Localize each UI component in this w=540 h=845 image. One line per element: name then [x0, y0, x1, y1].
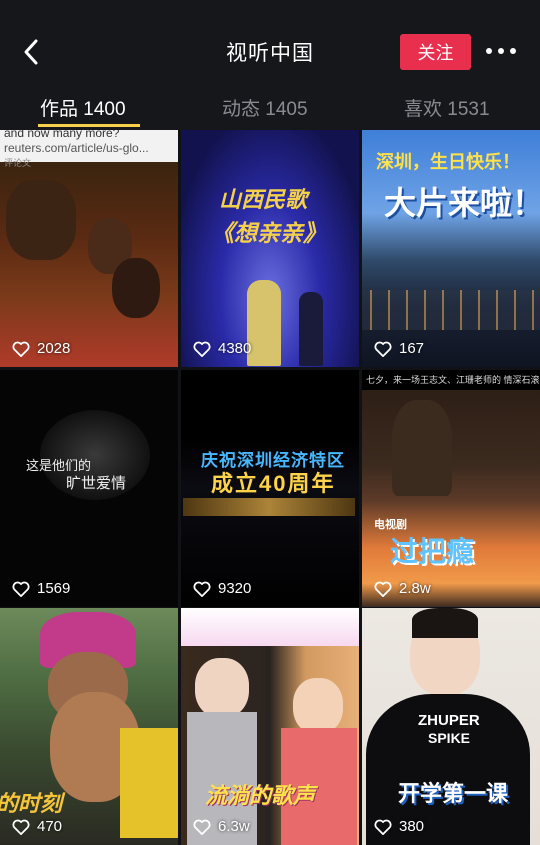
city-lights: [362, 290, 540, 330]
follow-button[interactable]: 关注: [400, 34, 471, 70]
caption-line: 成立40周年: [211, 471, 336, 496]
tab-likes[interactable]: 喜欢 1531: [404, 94, 490, 121]
caption-line: 过把瘾: [390, 536, 475, 567]
caption-line: 大片来啦！: [384, 185, 540, 221]
like-count: 380: [374, 818, 424, 835]
video-thumbnail[interactable]: 庆祝深圳经济特区 成立40周年 9320: [181, 370, 359, 607]
video-thumbnail[interactable]: 深圳，生日快乐！ 大片来啦！ 167: [362, 130, 540, 367]
singer-face: [195, 658, 249, 718]
like-count-value: 2028: [37, 340, 71, 357]
heart-outline-icon: [374, 819, 392, 835]
tab-activity[interactable]: 动态 1405: [222, 94, 308, 121]
heart-outline-icon: [12, 581, 30, 597]
caption-line: 山西民歌: [219, 187, 308, 212]
like-count: 2028: [12, 340, 70, 357]
like-count: 6.3w: [193, 818, 250, 835]
person-shape: [6, 180, 76, 260]
heart-outline-icon: [12, 341, 30, 357]
caption-line: 深圳，生日快乐！: [376, 152, 520, 172]
heart-outline-icon: [374, 341, 392, 357]
caption-line: 的时刻: [0, 791, 63, 816]
caption-line: 评论文: [4, 158, 32, 168]
heart-outline-icon: [193, 341, 211, 357]
like-count-value: 470: [37, 818, 63, 835]
like-count-value: 380: [399, 818, 425, 835]
caption-line: reuters.com/article/us-glo...: [4, 141, 149, 155]
caption-line: 旷世爱情: [66, 475, 127, 492]
video-thumbnail[interactable]: 山西民歌 《想亲亲》 4380: [181, 130, 359, 367]
video-thumbnail[interactable]: 七夕，来一场王志文、江珊老师的 情深石滚 电视剧 过把瘾 2.8w: [362, 370, 540, 607]
video-thumbnail[interactable]: ZHUPER SPIKE 开学第一课 380: [362, 608, 540, 845]
video-thumbnail[interactable]: 流淌的歌声 6.3w: [181, 608, 359, 845]
caption-line: 《想亲亲》: [211, 220, 326, 246]
singer-figure: [299, 292, 323, 366]
lights-strip: [183, 498, 355, 516]
heart-outline-icon: [193, 819, 211, 835]
tab-indicator: [38, 124, 140, 127]
like-count-value: 1569: [37, 580, 71, 597]
like-count: 4380: [193, 340, 251, 357]
like-count-value: 6.3w: [218, 818, 250, 835]
speaker-hair: [412, 608, 478, 638]
caption-line: 流淌的歌声: [205, 783, 316, 808]
caption-line: 七夕，来一场王志文、江珊老师的 情深石滚: [366, 375, 540, 385]
heart-outline-icon: [374, 581, 392, 597]
like-count: 167: [374, 340, 424, 357]
top-bar: 视听中国 关注: [0, 0, 540, 100]
caption-line: SPIKE: [428, 730, 471, 746]
singer-figure: [247, 280, 281, 366]
like-count-value: 4380: [218, 340, 252, 357]
caption-line: ZHUPER: [418, 712, 480, 729]
like-count: 1569: [12, 580, 70, 597]
like-count: 2.8w: [374, 580, 431, 597]
video-grid: and now many more? reuters.com/article/u…: [0, 130, 540, 845]
heart-outline-icon: [12, 819, 30, 835]
more-dots-icon[interactable]: [486, 44, 516, 58]
caption-line: 开学第一课: [398, 781, 509, 806]
video-thumbnail[interactable]: and now many more? reuters.com/article/u…: [0, 130, 178, 367]
like-count-value: 2.8w: [399, 580, 431, 597]
like-count-value: 9320: [218, 580, 252, 597]
heart-outline-icon: [193, 581, 211, 597]
top-banner: [181, 608, 359, 646]
like-count-value: 167: [399, 340, 425, 357]
like-count: 470: [12, 818, 62, 835]
like-count: 9320: [193, 580, 251, 597]
singer-face: [293, 678, 343, 734]
video-thumbnail[interactable]: 的时刻 470: [0, 608, 178, 845]
yellow-sleeve: [120, 728, 178, 838]
person-shape: [112, 258, 160, 318]
caption-line: and now many more?: [4, 130, 120, 140]
tab-works[interactable]: 作品 1400: [40, 94, 126, 121]
actor-figure: [392, 400, 452, 496]
video-thumbnail[interactable]: 这是他们的 旷世爱情 1569: [0, 370, 178, 607]
